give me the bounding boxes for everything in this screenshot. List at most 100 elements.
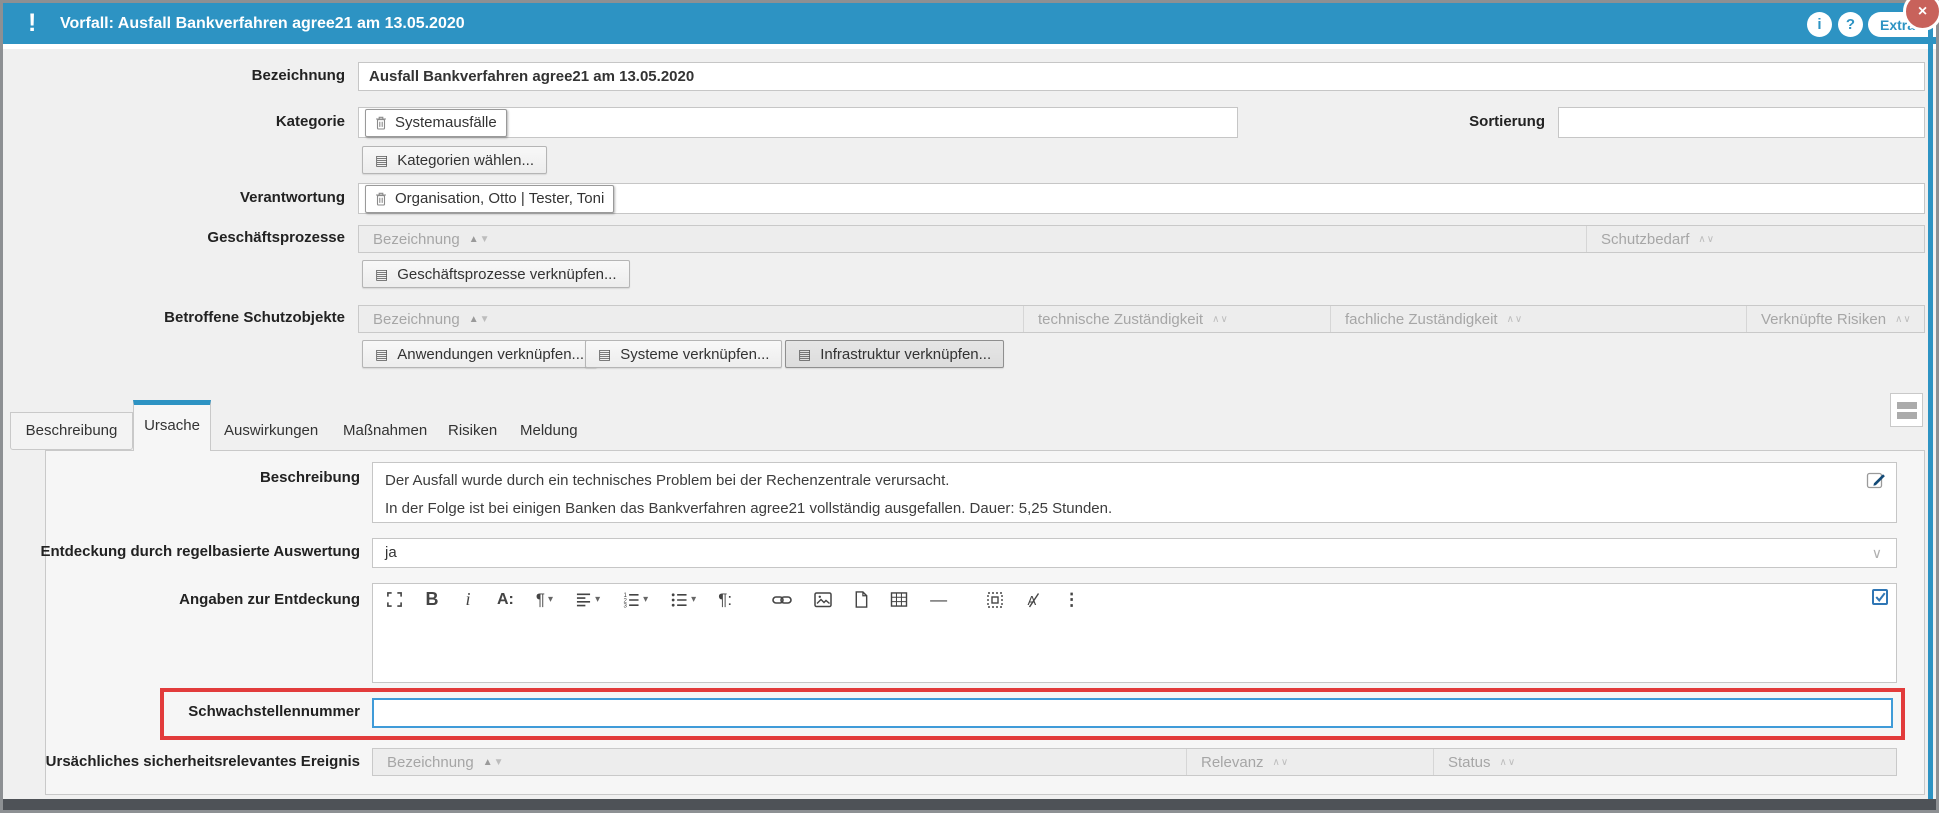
column-label: Schutzbedarf — [1601, 231, 1689, 248]
table-icon[interactable] — [890, 592, 908, 607]
check-icon — [1875, 592, 1886, 602]
header-divider — [3, 44, 1936, 49]
bezeichnung-input[interactable] — [358, 62, 1925, 91]
sort-icon[interactable]: ∧∨ — [1507, 314, 1524, 325]
kategorien-waehlen-button[interactable]: ▤ Kategorien wählen... — [362, 146, 547, 174]
svg-text:3: 3 — [624, 602, 628, 607]
chevron-down-icon: ∨ — [1872, 545, 1882, 562]
column-header-schutzbedarf[interactable]: Schutzbedarf ∧∨ — [1586, 226, 1924, 252]
layout-toggle-button[interactable] — [1890, 393, 1923, 427]
column-header-fachliche-zustaendigkeit[interactable]: fachliche Zuständigkeit ∧∨ — [1330, 306, 1746, 332]
tab-risiken[interactable]: Risiken — [448, 412, 497, 450]
more-options-icon[interactable]: ⋮ — [1063, 590, 1080, 610]
special-region-icon[interactable] — [987, 592, 1003, 608]
sort-icon[interactable]: ∧∨ — [1212, 314, 1229, 325]
clear-format-icon[interactable]: A — [1025, 592, 1041, 608]
paragraph-style-icon[interactable]: ¶: — [718, 590, 732, 610]
sort-icon[interactable]: ▲▼ — [469, 314, 491, 325]
column-label: Bezeichnung — [387, 754, 474, 771]
anwendungen-verknuepfen-button[interactable]: ▤ Anwendungen verknüpfen... — [362, 340, 597, 368]
schwachstellennummer-input[interactable] — [372, 698, 1893, 728]
unordered-list-icon[interactable]: ▾ — [670, 592, 696, 608]
list-icon: ▤ — [598, 346, 611, 363]
entdeckung-select[interactable]: ja ∨ — [372, 538, 1897, 568]
edit-icon[interactable] — [1866, 470, 1886, 490]
tab-label: Ursache — [144, 417, 200, 434]
beschreibung-line1: Der Ausfall wurde durch ein technisches … — [385, 471, 949, 491]
schutzobjekte-label: Betroffene Schutzobjekte — [15, 308, 345, 328]
sort-icon[interactable]: ▲▼ — [469, 234, 491, 245]
list-icon: ▤ — [375, 346, 388, 363]
column-label: technische Zuständigkeit — [1038, 311, 1203, 328]
ordered-list-icon[interactable]: 123 ▾ — [622, 592, 648, 608]
list-icon: ▤ — [375, 152, 388, 169]
geschaeftsprozesse-grid-header: Bezeichnung ▲▼ Schutzbedarf ∧∨ — [358, 225, 1925, 253]
schwachstellennummer-label: Schwachstellennummer — [15, 702, 360, 722]
window-bottom-edge — [3, 799, 1936, 810]
tab-ursache[interactable]: Ursache — [133, 400, 211, 451]
tab-massnahmen[interactable]: Maßnahmen — [343, 412, 427, 450]
align-icon[interactable]: ▾ — [575, 592, 600, 607]
tab-auswirkungen[interactable]: Auswirkungen — [224, 412, 318, 450]
beschreibung-line2: In der Folge ist bei einigen Banken das … — [385, 499, 1112, 519]
column-header-bezeichnung[interactable]: Bezeichnung ▲▼ — [359, 226, 1586, 252]
help-button[interactable]: ? — [1838, 12, 1863, 37]
image-icon[interactable] — [814, 592, 832, 608]
systeme-verknuepfen-button[interactable]: ▤ Systeme verknüpfen... — [585, 340, 782, 368]
column-header-relevanz[interactable]: Relevanz ∧∨ — [1186, 749, 1433, 775]
svg-text:A: A — [1028, 593, 1037, 608]
column-header-status[interactable]: Status ∧∨ — [1433, 749, 1896, 775]
paragraph-glyph: ¶ — [536, 590, 545, 610]
column-header-technische-zustaendigkeit[interactable]: technische Zuständigkeit ∧∨ — [1023, 306, 1330, 332]
geschaeftsprozesse-verknuepfen-label: Geschäftsprozesse verknüpfen... — [397, 266, 616, 283]
sort-icon[interactable]: ∧∨ — [1698, 234, 1715, 245]
column-label: Relevanz — [1201, 754, 1264, 771]
sort-icon[interactable]: ∧∨ — [1500, 757, 1517, 768]
caret-down-icon: ▾ — [595, 594, 600, 605]
verantwortung-tag[interactable]: Organisation, Otto | Tester, Toni — [365, 185, 614, 213]
column-header-verknuepfte-risiken[interactable]: Verknüpfte Risiken ∧∨ — [1746, 306, 1924, 332]
sort-icon[interactable]: ▲▼ — [483, 757, 505, 768]
kategorie-tag[interactable]: Systemausfälle — [365, 109, 507, 137]
ereignis-grid-header: Bezeichnung ▲▼ Relevanz ∧∨ Status ∧∨ — [372, 748, 1897, 776]
tab-label: Meldung — [520, 422, 578, 439]
paragraph-format-icon[interactable]: ¶ ▾ — [536, 590, 553, 610]
link-icon[interactable] — [772, 594, 792, 606]
bezeichnung-label: Bezeichnung — [15, 66, 345, 86]
beschreibung-textbox[interactable]: Der Ausfall wurde durch ein technisches … — [372, 462, 1897, 523]
column-header-bezeichnung[interactable]: Bezeichnung ▲▼ — [373, 749, 1186, 775]
infrastruktur-verknuepfen-button[interactable]: ▤ Infrastruktur verknüpfen... — [785, 340, 1004, 368]
verantwortung-tag-label: Organisation, Otto | Tester, Toni — [395, 190, 604, 207]
tab-beschreibung[interactable]: Beschreibung — [10, 412, 133, 450]
ereignis-label: Ursächliches sicherheitsrelevantes Ereig… — [15, 752, 360, 772]
verantwortung-label: Verantwortung — [15, 188, 345, 208]
sort-icon[interactable]: ∧∨ — [1895, 314, 1912, 325]
horizontal-rule-icon[interactable]: — — [930, 590, 947, 610]
fullscreen-icon[interactable] — [386, 591, 403, 608]
sortierung-input[interactable] — [1558, 107, 1925, 138]
italic-icon[interactable]: i — [461, 589, 475, 610]
trash-icon[interactable] — [375, 192, 387, 206]
sortierung-label: Sortierung — [1345, 112, 1545, 132]
geschaeftsprozesse-verknuepfen-button[interactable]: ▤ Geschäftsprozesse verknüpfen... — [362, 260, 630, 288]
richtext-toolbar: B i A: ¶ ▾ ▾ 123 ▾ ▾ ¶: — — [386, 589, 1080, 610]
file-icon[interactable] — [854, 591, 868, 608]
tab-meldung[interactable]: Meldung — [520, 412, 578, 450]
kategorie-tag-label: Systemausfälle — [395, 114, 497, 131]
sort-icon[interactable]: ∧∨ — [1273, 757, 1290, 768]
verantwortung-field[interactable]: Organisation, Otto | Tester, Toni — [358, 183, 1925, 214]
column-header-bezeichnung[interactable]: Bezeichnung ▲▼ — [359, 306, 1023, 332]
formatted-text-checkbox[interactable] — [1872, 589, 1888, 605]
info-button[interactable]: i — [1807, 12, 1832, 37]
entdeckung-label: Entdeckung durch regelbasierte Auswertun… — [15, 542, 360, 562]
schutzobjekte-grid-header: Bezeichnung ▲▼ technische Zuständigkeit … — [358, 305, 1925, 333]
caret-down-icon: ▾ — [548, 594, 553, 605]
trash-icon[interactable] — [375, 116, 387, 130]
geschaeftsprozesse-label: Geschäftsprozesse — [15, 228, 345, 248]
column-label: Bezeichnung — [373, 311, 460, 328]
bold-icon[interactable]: B — [425, 589, 439, 610]
exclamation-icon: ! — [28, 9, 36, 38]
kategorie-field[interactable]: Systemausfälle — [358, 107, 1238, 138]
font-size-icon[interactable]: A: — [497, 591, 514, 609]
caret-down-icon: ▾ — [643, 594, 648, 605]
